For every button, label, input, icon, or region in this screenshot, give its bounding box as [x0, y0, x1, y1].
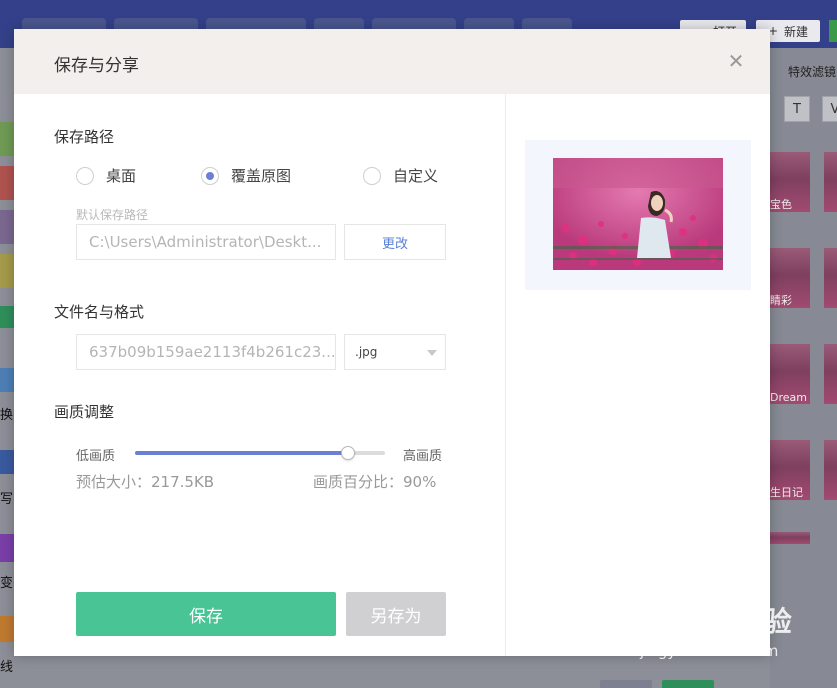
tool-swatch[interactable]: [0, 210, 14, 244]
tool-swatch[interactable]: [0, 534, 14, 562]
tool-swatch[interactable]: [0, 166, 14, 200]
filter-thumb[interactable]: [770, 532, 810, 544]
radio-circle-checked: [201, 166, 219, 185]
filter-panel-title: 特效滤镜: [788, 65, 837, 79]
estimated-size: 预估大小：217.5KB: [76, 473, 215, 491]
tool-swatch[interactable]: [0, 616, 14, 642]
new-button-label: 新建: [784, 24, 809, 39]
save-path-input[interactable]: C:\Users\Administrator\Deskt...: [76, 224, 336, 260]
left-rail-label: 写: [0, 492, 14, 507]
save-share-dialog: 保存与分享 ✕ 保存路径 桌面 覆盖原图 自定义 默认保存路径 C:\Users…: [14, 29, 770, 656]
tool-swatch[interactable]: [0, 254, 14, 288]
filter-caption: 生日记: [770, 486, 803, 499]
filter-thumb[interactable]: 宝色: [770, 152, 810, 212]
close-icon[interactable]: ✕: [726, 51, 746, 71]
quality-percentage: 画质百分比：90%: [313, 473, 437, 491]
radio-circle: [363, 166, 381, 185]
caret-down-icon: [427, 350, 437, 356]
filter-thumb[interactable]: [824, 152, 837, 212]
preview-photo: [553, 158, 723, 270]
left-rail-label: 换: [0, 408, 14, 423]
quality-slider[interactable]: [135, 446, 385, 460]
watermark-url: jingyan.baidu.com: [640, 642, 779, 660]
filter-thumb[interactable]: [824, 248, 837, 308]
filter-tab[interactable]: V: [822, 96, 837, 122]
radio-label: 覆盖原图: [231, 167, 292, 185]
quality-title: 画质调整: [54, 403, 115, 421]
radio-label: 桌面: [106, 167, 137, 185]
preview-image: [553, 158, 723, 270]
preview-panel: [525, 140, 751, 290]
tool-swatch[interactable]: [0, 306, 14, 328]
radio-circle: [76, 166, 94, 185]
format-select[interactable]: .jpg: [344, 334, 446, 370]
filter-thumb[interactable]: [824, 344, 837, 404]
tool-swatch[interactable]: [0, 368, 14, 392]
filter-panel: 特效滤镜 宝色 睛彩 Dream 生日记: [770, 48, 837, 688]
save-button[interactable]: 保存: [76, 592, 336, 636]
filter-thumb[interactable]: Dream: [770, 344, 810, 404]
high-quality-label: 高画质: [403, 449, 443, 464]
app-green-button[interactable]: [829, 20, 837, 42]
left-rail-label: 线: [0, 660, 14, 675]
radio-custom[interactable]: 自定义: [363, 165, 438, 186]
filename-input[interactable]: 637b09b159ae2113f4b261c23...: [76, 334, 336, 370]
save-path-title: 保存路径: [54, 128, 115, 146]
left-tool-rail: [0, 96, 14, 688]
left-rail-label: 变: [0, 576, 14, 591]
radio-label: 自定义: [393, 167, 439, 185]
default-path-hint: 默认保存路径: [76, 208, 149, 222]
dialog-divider: [505, 94, 506, 656]
filename-format-title: 文件名与格式: [54, 303, 145, 321]
app-bottom-bar: [14, 656, 770, 688]
save-as-button[interactable]: 另存为: [346, 592, 446, 636]
tool-swatch[interactable]: [0, 122, 14, 156]
radio-overwrite-original[interactable]: 覆盖原图: [201, 165, 291, 186]
filter-caption: Dream: [770, 391, 807, 404]
filter-tab[interactable]: T: [784, 96, 810, 122]
baidu-watermark: Baidu经验 jingyan.baidu.com: [640, 600, 793, 660]
quality-slider-handle[interactable]: [340, 446, 355, 460]
radio-desktop[interactable]: 桌面: [76, 165, 136, 186]
filter-caption: 睛彩: [770, 294, 792, 307]
bottom-badge: [662, 680, 714, 688]
dialog-title: 保存与分享: [54, 56, 139, 76]
tool-swatch[interactable]: [0, 450, 14, 474]
watermark-logo: Baidu经验: [640, 605, 793, 638]
quality-slider-fill: [135, 451, 348, 455]
change-path-button[interactable]: 更改: [344, 224, 446, 260]
filter-thumb[interactable]: 睛彩: [770, 248, 810, 308]
low-quality-label: 低画质: [76, 449, 116, 464]
format-value: .jpg: [355, 345, 378, 359]
filter-caption: 宝色: [770, 198, 792, 211]
bottom-badge: [600, 680, 652, 688]
filter-thumb[interactable]: [824, 440, 837, 500]
dialog-header: 保存与分享 ✕: [14, 29, 770, 94]
filter-thumb[interactable]: 生日记: [770, 440, 810, 500]
